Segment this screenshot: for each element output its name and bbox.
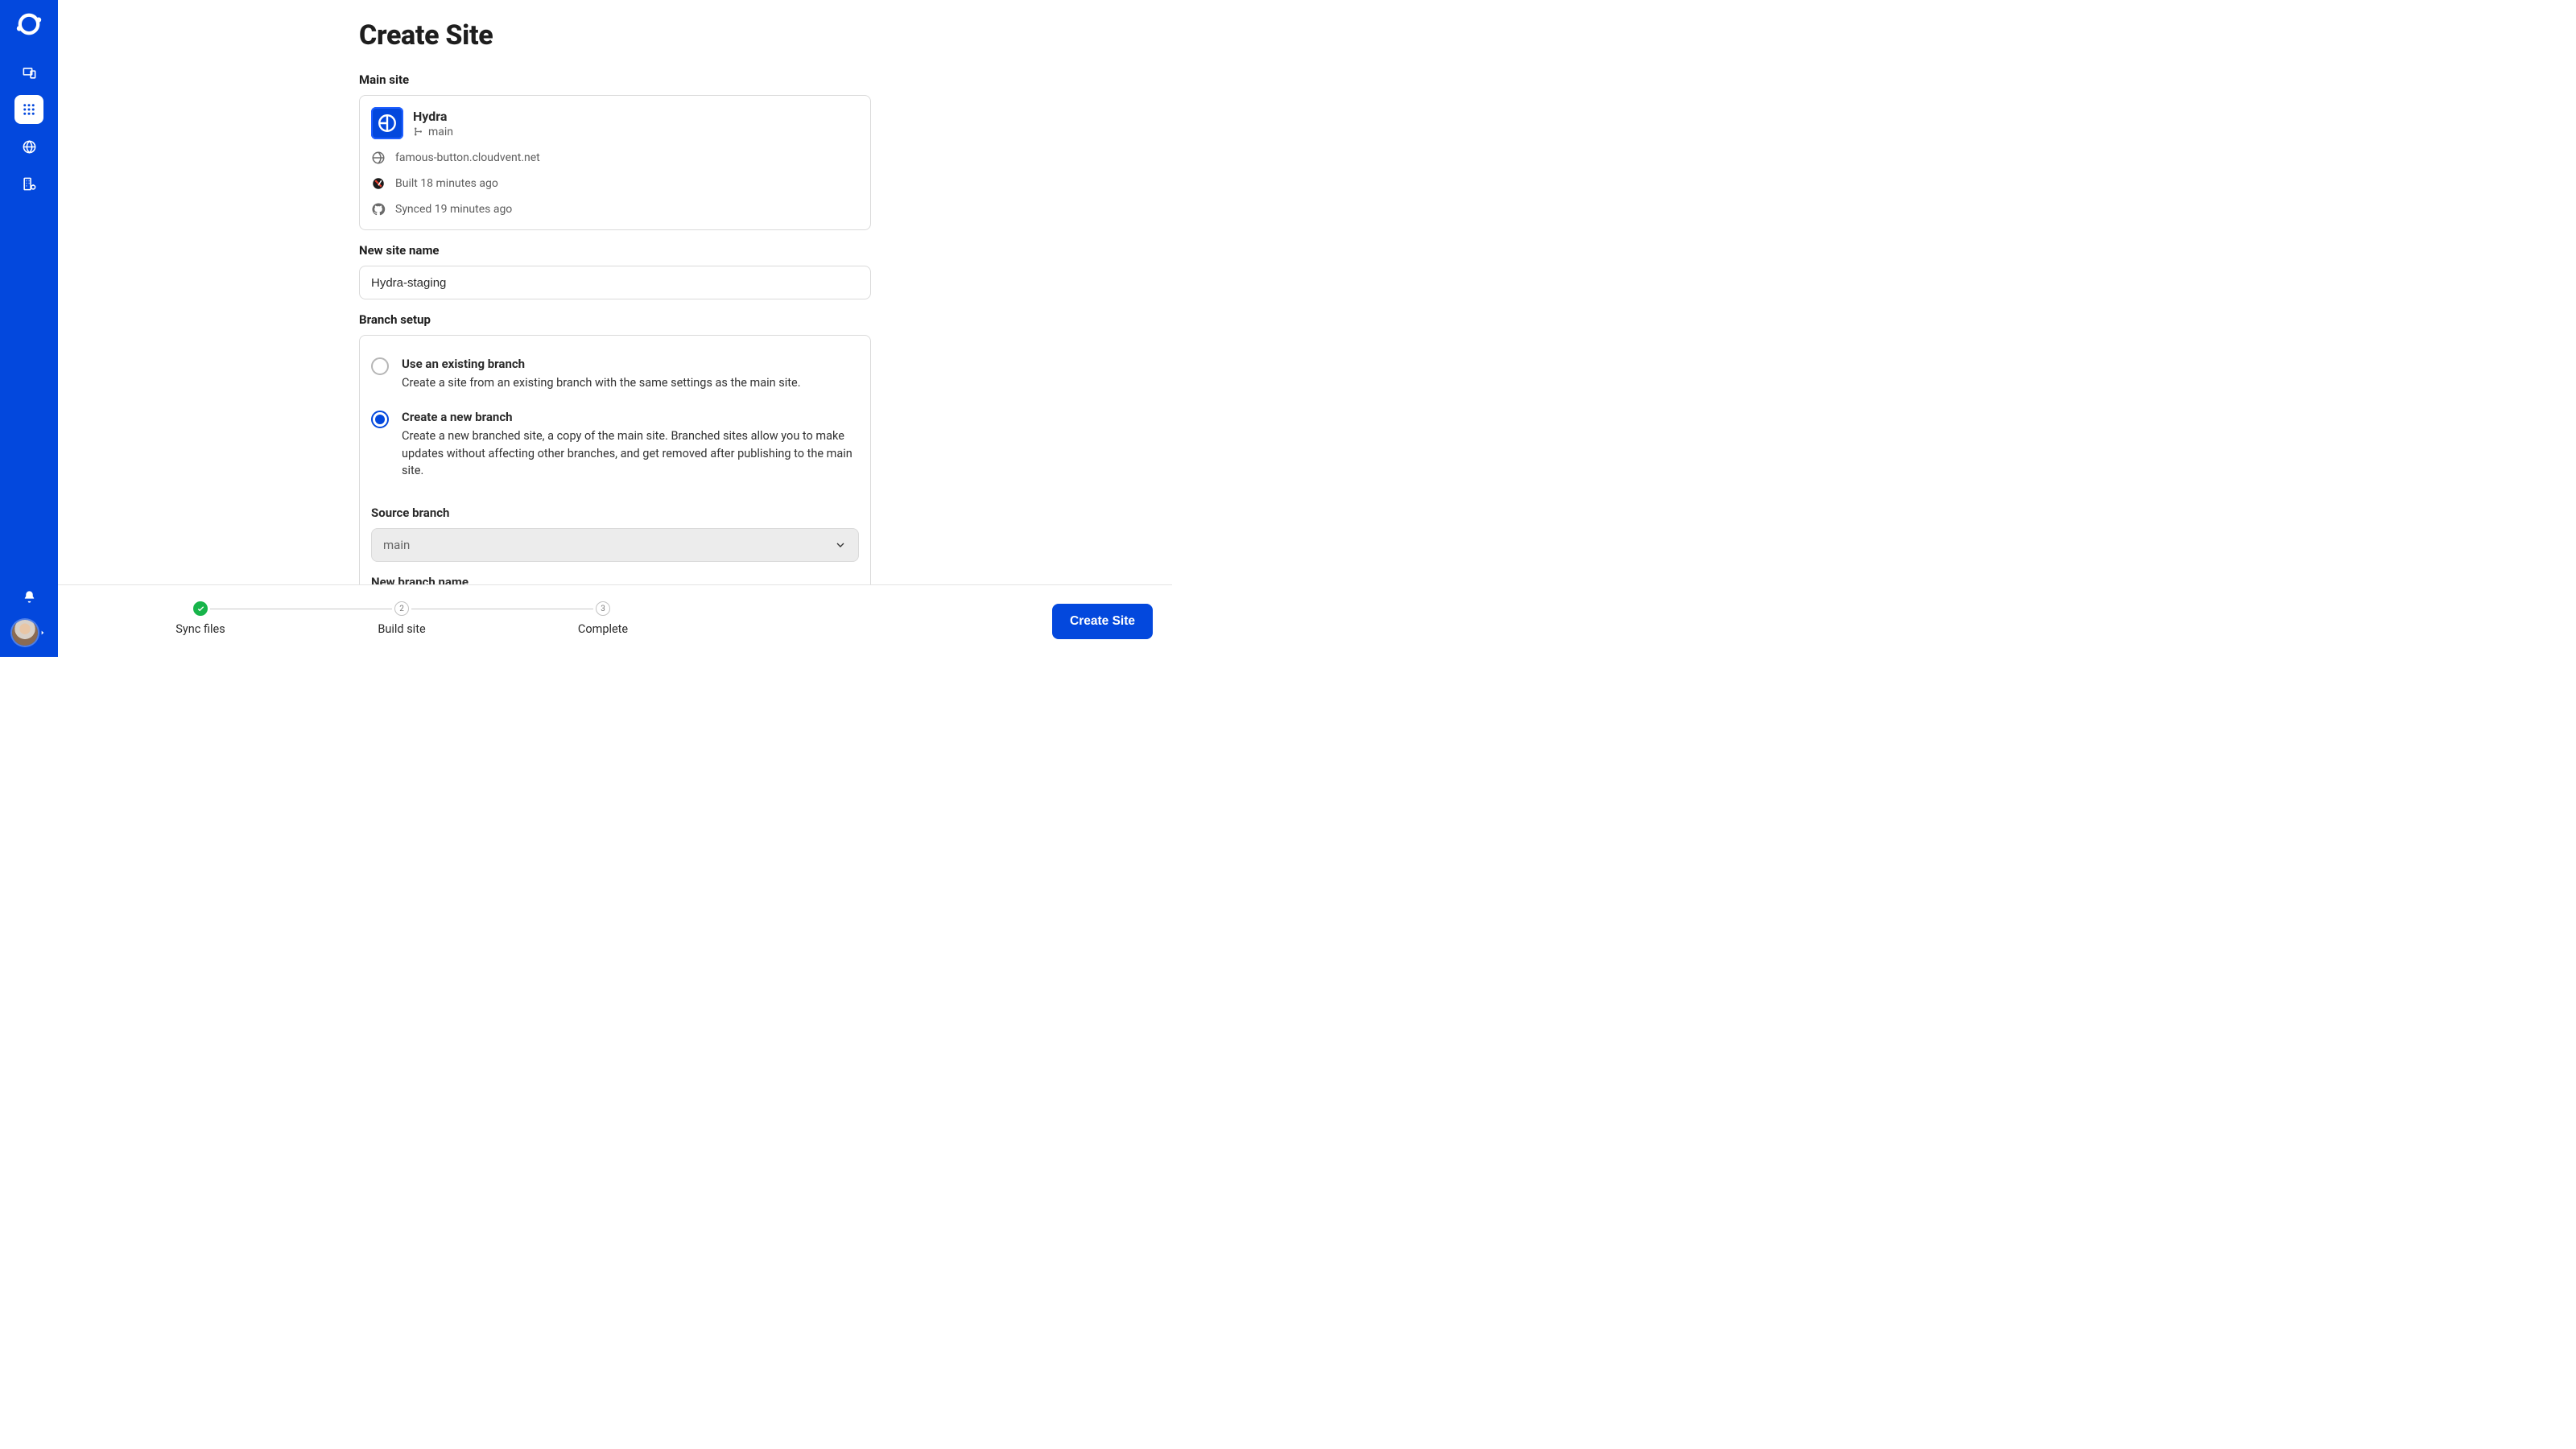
footer-bar: Sync files 2 Build site 3 Complete Creat… [58,584,1172,657]
main-site-label: Main site [359,72,871,87]
new-branch-name-label: New branch name [371,575,859,584]
step-dot-done [193,601,208,616]
radio-new-desc: Create a new branched site, a copy of th… [402,427,852,480]
source-branch-select[interactable]: main [371,528,859,562]
globe-icon [371,151,386,165]
new-site-name-input[interactable] [359,266,871,299]
step-complete: 3 Complete [502,601,704,636]
check-icon [196,605,205,613]
site-branch-row: main [413,126,453,138]
sidebar-item-apps[interactable] [14,95,43,124]
devices-icon [22,65,37,80]
step-label: Build site [378,622,425,636]
globe-icon [22,139,37,155]
step-label: Sync files [175,622,225,636]
create-site-button[interactable]: Create Site [1052,604,1153,639]
branch-option-new[interactable]: Create a new branch Create a new branche… [371,405,859,493]
site-built-text: Built 18 minutes ago [395,177,498,190]
sidebar-nav [14,58,43,198]
branch-icon [413,126,423,137]
bell-icon [23,590,36,604]
radio-new-title: Create a new branch [402,410,852,424]
site-domain-row: famous-button.cloudvent.net [371,151,859,165]
source-branch-label: Source branch [371,506,859,520]
radio-new[interactable] [371,411,389,428]
site-domain: famous-button.cloudvent.net [395,151,540,164]
site-icon [371,107,403,139]
site-synced-row: Synced 19 minutes ago [371,202,859,217]
source-branch-value: main [383,538,410,552]
notifications-button[interactable] [14,590,43,604]
step-dot: 2 [394,601,409,616]
building-gear-icon [22,176,37,192]
build-status-icon [371,176,386,191]
main-content-scroll[interactable]: Create Site Main site Hydra main [58,0,1172,584]
sidebar [0,0,58,657]
step-sync-files: Sync files [100,601,301,636]
chevron-down-icon [834,539,847,551]
avatar [12,620,38,646]
step-dot: 3 [596,601,610,616]
logo-icon [16,11,42,37]
progress-steps: Sync files 2 Build site 3 Complete [100,601,704,636]
step-label: Complete [578,622,628,636]
site-synced-text: Synced 19 minutes ago [395,203,512,216]
grid-icon [22,102,36,117]
site-name: Hydra [413,109,453,124]
radio-existing-desc: Create a site from an existing branch wi… [402,374,801,392]
branch-setup-label: Branch setup [359,312,871,327]
sidebar-bottom [12,590,46,646]
account-menu[interactable] [12,620,46,646]
branch-option-existing[interactable]: Use an existing branch Create a site fro… [371,352,859,405]
new-site-name-label: New site name [359,243,871,258]
sidebar-item-org[interactable] [14,169,43,198]
radio-existing[interactable] [371,357,389,375]
sidebar-item-globe[interactable] [14,132,43,161]
caret-right-icon [39,630,46,636]
page-title: Create Site [359,19,871,52]
step-build-site: 2 Build site [301,601,502,636]
sidebar-item-devices[interactable] [14,58,43,87]
main-site-card: Hydra main famous-button.cloudvent.net [359,95,871,230]
github-icon [371,202,386,217]
branch-setup-card: Use an existing branch Create a site fro… [359,335,871,584]
site-branch-name: main [428,126,453,138]
site-built-row: Built 18 minutes ago [371,176,859,191]
radio-existing-title: Use an existing branch [402,357,801,371]
content-column: Create Site Main site Hydra main [359,19,871,584]
